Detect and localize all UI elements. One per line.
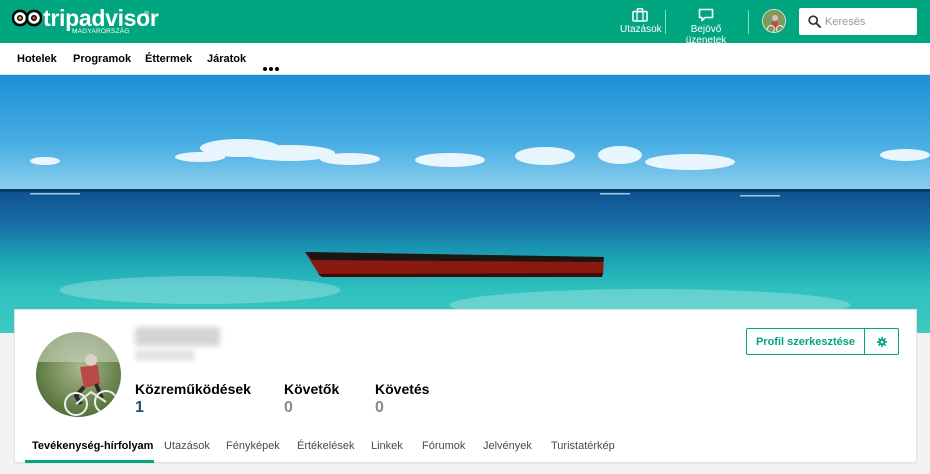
stat-label: Követők	[284, 381, 340, 397]
profile-avatar[interactable]	[34, 330, 123, 419]
cover-photo	[0, 75, 930, 333]
user-avatar[interactable]	[762, 9, 786, 33]
nav-item-restaurants[interactable]: Éttermek	[145, 53, 192, 65]
avatar-photo	[763, 10, 785, 32]
brand-locale: MAGYARORSZÁG	[72, 28, 130, 35]
profile-card: Közreműködések 1 Követők 0 Követés 0 Pro…	[14, 309, 917, 463]
speech-bubble-icon	[698, 8, 714, 22]
registered-mark: ®	[144, 11, 150, 18]
tab-reviews[interactable]: Értékelések	[297, 440, 354, 452]
tab-travel-map[interactable]: Turistatérkép	[551, 440, 615, 452]
gear-icon	[877, 337, 887, 347]
suitcase-icon	[632, 8, 648, 22]
inbox-link[interactable]: Bejövő üzenetek	[670, 8, 742, 46]
cover-image	[0, 75, 930, 333]
active-tab-indicator	[25, 460, 154, 463]
tab-trips[interactable]: Utazások	[164, 440, 210, 452]
tab-activity-feed[interactable]: Tevékenység-hírfolyam	[32, 440, 153, 452]
header-divider	[665, 10, 666, 34]
profile-settings-button[interactable]	[864, 328, 899, 355]
stat-followers[interactable]: Követők 0	[284, 381, 339, 417]
nav-item-flights[interactable]: Járatok	[207, 53, 246, 65]
edit-profile-button[interactable]: Profil szerkesztése	[746, 328, 865, 355]
top-header: tripadvisor ® MAGYARORSZÁG Utazások Bejö…	[0, 0, 930, 46]
brand-wordmark: tripadvisor	[43, 5, 159, 31]
search-input[interactable]	[825, 13, 913, 30]
more-dots-icon[interactable]	[263, 58, 281, 71]
header-divider	[748, 10, 749, 34]
nav-item-activities[interactable]: Programok	[73, 53, 131, 65]
trips-link[interactable]: Utazások	[620, 8, 662, 35]
username-blurred	[135, 327, 220, 346]
search-icon	[808, 15, 821, 28]
stat-value: 0	[284, 399, 293, 416]
stat-following[interactable]: Követés 0	[375, 381, 429, 417]
owl-eyes-icon	[12, 9, 42, 27]
stat-label: Követés	[375, 381, 430, 397]
stat-value: 1	[135, 399, 144, 416]
category-nav: Hotelek Programok Éttermek Járatok	[0, 43, 930, 75]
stat-label: Közreműködések	[135, 381, 251, 397]
tab-photos[interactable]: Fényképek	[226, 440, 280, 452]
tab-badges[interactable]: Jelvények	[483, 440, 532, 452]
profile-photo	[36, 332, 121, 417]
user-handle-blurred	[135, 350, 195, 361]
tripadvisor-logo[interactable]: tripadvisor ® MAGYARORSZÁG	[12, 6, 159, 37]
stat-contributions[interactable]: Közreműködések 1	[135, 381, 251, 417]
tab-links[interactable]: Linkek	[371, 440, 403, 452]
search-box[interactable]	[799, 8, 917, 35]
tab-forums[interactable]: Fórumok	[422, 440, 465, 452]
nav-item-hotels[interactable]: Hotelek	[17, 53, 57, 65]
stat-value: 0	[375, 399, 384, 416]
trips-label: Utazások	[620, 24, 662, 35]
profile-tabs: Tevékenység-hírfolyam Utazások Fényképek…	[15, 429, 916, 463]
